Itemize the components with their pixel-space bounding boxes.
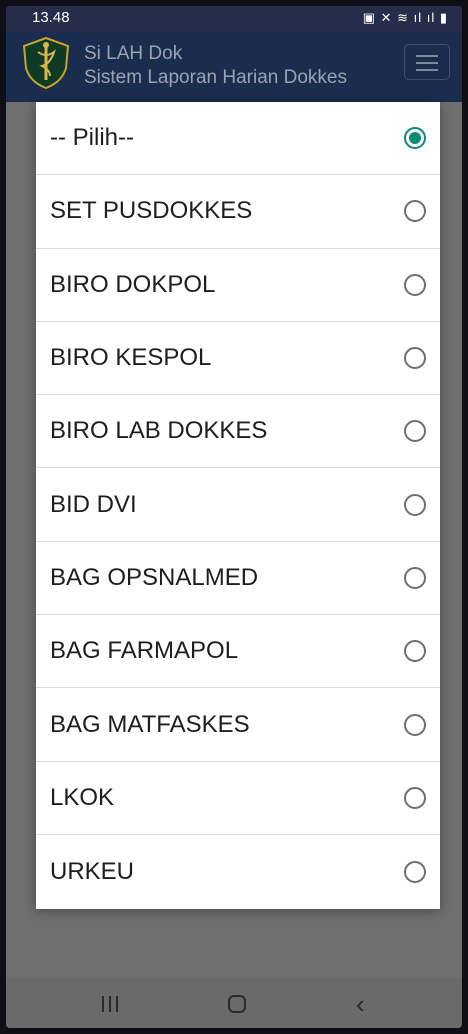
option-label: BAG FARMAPOL xyxy=(50,637,239,665)
app-title: Si LAH Dok xyxy=(84,43,183,64)
radio-unchecked-icon[interactable] xyxy=(404,420,426,443)
option-label: BIRO KESPOL xyxy=(50,344,212,372)
option-label: URKEU xyxy=(50,857,135,885)
option-bag-matfaskes[interactable]: BAG MATFASKES xyxy=(36,688,440,762)
option-label: SET PUSDOKKES xyxy=(50,197,253,225)
option-bid-dvi[interactable]: BID DVI xyxy=(36,468,440,542)
option-label: BID DVI xyxy=(50,490,137,518)
back-icon[interactable]: ‹ xyxy=(356,991,365,1017)
option-bag-farmapol[interactable]: BAG FARMAPOL xyxy=(36,615,440,689)
radio-checked-icon[interactable] xyxy=(404,127,426,150)
radio-unchecked-icon[interactable] xyxy=(404,786,426,809)
hamburger-menu-icon[interactable] xyxy=(404,44,450,80)
radio-unchecked-icon[interactable] xyxy=(404,640,426,663)
option-biro-lab-dokkes[interactable]: BIRO LAB DOKKES xyxy=(36,395,440,469)
radio-unchecked-icon[interactable] xyxy=(404,713,426,736)
radio-unchecked-icon[interactable] xyxy=(404,200,426,223)
option-urkeu[interactable]: URKEU xyxy=(36,835,440,908)
option-label: BIRO LAB DOKKES xyxy=(50,417,268,445)
shield-emblem-icon xyxy=(22,36,70,90)
select-dialog: -- Pilih-- SET PUSDOKKES BIRO DOKPOL BIR… xyxy=(36,102,440,909)
option-biro-dokpol[interactable]: BIRO DOKPOL xyxy=(36,249,440,322)
home-icon[interactable] xyxy=(228,995,246,1013)
status-icons: ▣ ✕ ≋ ıl ıl ▮ xyxy=(362,10,448,25)
app-subtitle: Sistem Laporan Harian Dokkes xyxy=(84,67,347,88)
screen: 13.48 ▣ ✕ ≋ ıl ıl ▮ Si LAH Dok Sistem La… xyxy=(6,6,462,1028)
option-label: -- Pilih-- xyxy=(50,124,134,152)
navigation-bar: ‹ xyxy=(6,978,462,1028)
option-label: BAG OPSNALMED xyxy=(50,563,259,591)
device-frame: 13.48 ▣ ✕ ≋ ıl ıl ▮ Si LAH Dok Sistem La… xyxy=(0,0,468,1034)
radio-unchecked-icon[interactable] xyxy=(404,347,426,370)
option-set-pusdokkes[interactable]: SET PUSDOKKES xyxy=(36,175,440,249)
option-label: LKOK xyxy=(50,783,115,811)
recent-apps-icon[interactable] xyxy=(102,996,120,1012)
radio-unchecked-icon[interactable] xyxy=(404,860,426,883)
option-pilih[interactable]: -- Pilih-- xyxy=(36,102,440,176)
option-lkok[interactable]: LKOK xyxy=(36,762,440,835)
option-label: BAG MATFASKES xyxy=(50,710,250,738)
option-label: BIRO DOKPOL xyxy=(50,270,216,298)
radio-unchecked-icon[interactable] xyxy=(404,273,426,296)
status-bar: 13.48 ▣ ✕ ≋ ıl ıl ▮ xyxy=(6,6,462,32)
status-time: 13.48 xyxy=(32,9,70,26)
radio-unchecked-icon[interactable] xyxy=(404,566,426,589)
radio-unchecked-icon[interactable] xyxy=(404,493,426,516)
option-biro-kespol[interactable]: BIRO KESPOL xyxy=(36,322,440,396)
option-bag-opsnalmed[interactable]: BAG OPSNALMED xyxy=(36,542,440,616)
app-bar: Si LAH Dok Sistem Laporan Harian Dokkes xyxy=(6,32,462,102)
